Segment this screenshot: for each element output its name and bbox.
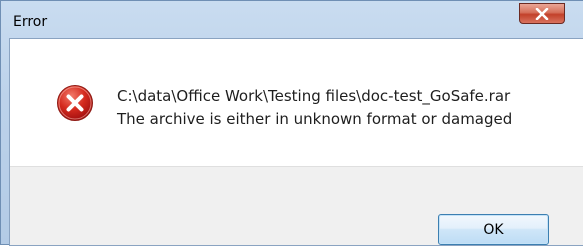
error-message-text: The archive is either in unknown format …: [117, 110, 513, 128]
error-icon: [57, 85, 93, 121]
button-bar: OK: [10, 166, 583, 245]
error-dialog: Error C:\data\Office Work\Testing files\…: [0, 0, 583, 246]
title-bar[interactable]: Error: [1, 1, 583, 38]
file-path-text: C:\data\Office Work\Testing files\doc-te…: [117, 87, 511, 105]
message-area: C:\data\Office Work\Testing files\doc-te…: [10, 39, 583, 166]
ok-button[interactable]: OK: [438, 214, 549, 245]
close-button[interactable]: [519, 3, 565, 24]
dialog-title: Error: [13, 14, 48, 30]
dialog-content: C:\data\Office Work\Testing files\doc-te…: [9, 38, 583, 246]
close-icon: [535, 7, 549, 20]
